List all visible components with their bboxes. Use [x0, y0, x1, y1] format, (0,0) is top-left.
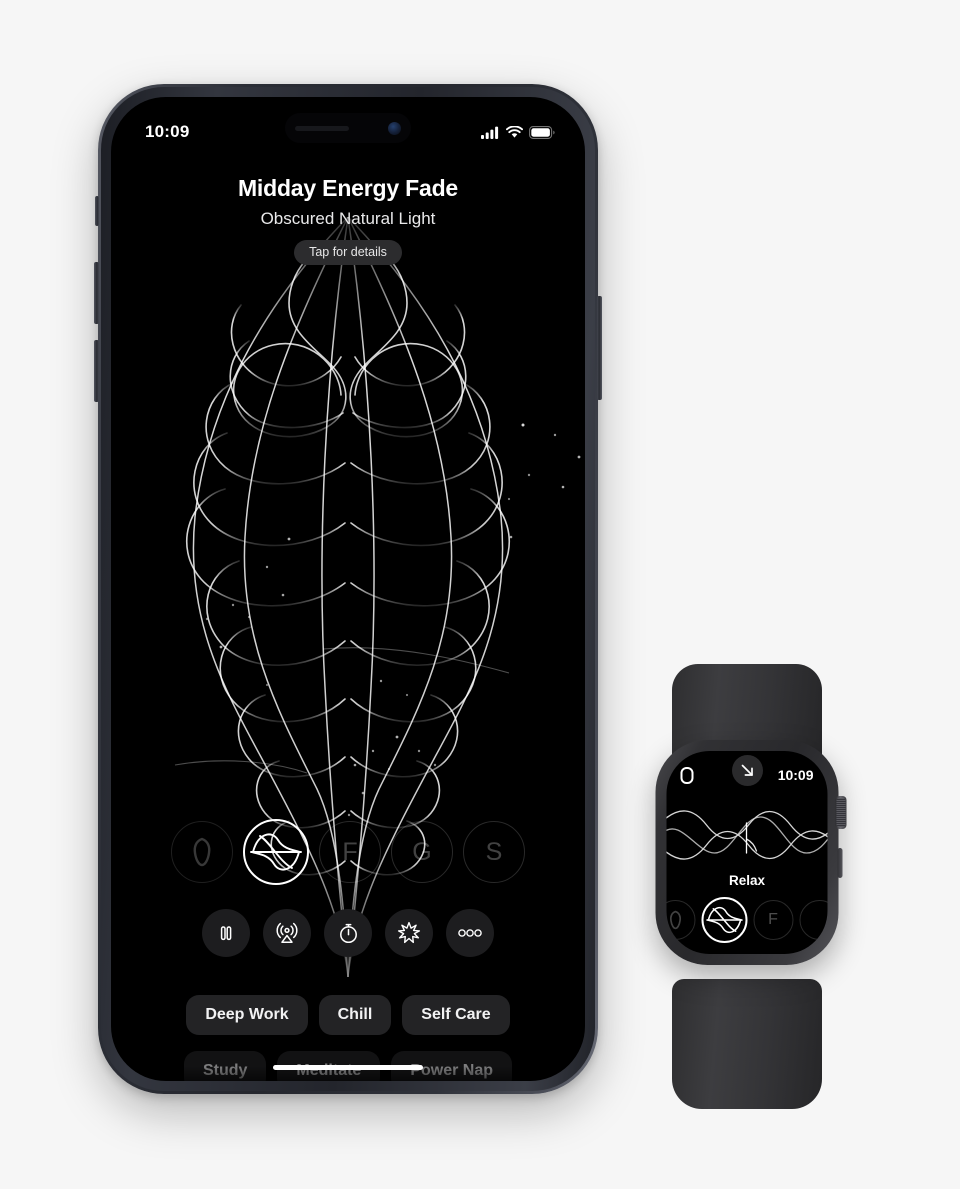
screenshot-scene: 10:09 Midday Energy Fade Obscured Natura…: [0, 0, 960, 1189]
pause-icon: [220, 926, 232, 941]
scene-circle-s[interactable]: S: [463, 821, 525, 883]
chip-study[interactable]: Study: [183, 1051, 267, 1081]
chip-deep-work[interactable]: Deep Work: [186, 995, 308, 1035]
watch-audio-visualization: [666, 810, 828, 860]
watch-scene-previous[interactable]: [666, 900, 695, 940]
scene-selector-row: F G S: [111, 819, 585, 885]
playback-controls-row: [111, 909, 585, 957]
preset-chips-row-1: Deep Work Chill Self Care: [111, 995, 585, 1035]
watch-side-button[interactable]: [837, 848, 843, 878]
watch-scene-active[interactable]: [701, 897, 747, 943]
airplay-icon: [276, 922, 298, 943]
apple-watch-device: 10:09 Relax F: [622, 650, 872, 1115]
power-button[interactable]: [597, 296, 602, 400]
scene-circle-active[interactable]: [243, 819, 309, 885]
scene-circle-g[interactable]: G: [391, 821, 453, 883]
wave-emblem-icon: [705, 906, 743, 934]
chip-self-care[interactable]: Self Care: [402, 995, 510, 1035]
tap-for-details-button[interactable]: Tap for details: [294, 240, 402, 265]
airplay-button[interactable]: [263, 909, 311, 957]
scene-circle-f[interactable]: F: [319, 821, 381, 883]
timer-button[interactable]: [324, 909, 372, 957]
earpiece-speaker: [295, 125, 349, 131]
watch-case: 10:09 Relax F: [655, 740, 847, 965]
sparkle-burst-icon: [397, 921, 421, 944]
iphone-device: 10:09 Midday Energy Fade Obscured Natura…: [94, 84, 602, 1094]
signal-bars-icon: [481, 126, 499, 139]
silent-switch[interactable]: [95, 196, 99, 226]
more-horizontal-icon: [458, 929, 482, 937]
page-subtitle: Obscured Natural Light: [260, 209, 436, 228]
home-indicator[interactable]: [273, 1065, 423, 1070]
watch-scene-label: Relax: [728, 873, 766, 888]
watch-time: 10:09: [777, 767, 814, 783]
chip-chill[interactable]: Chill: [318, 995, 392, 1035]
leaf-icon: [193, 837, 211, 867]
more-button[interactable]: [446, 909, 494, 957]
page-title: Midday Energy Fade: [237, 175, 459, 201]
watch-screen: 10:09 Relax F: [666, 751, 828, 954]
battery-full-icon: [529, 125, 555, 139]
effects-button[interactable]: [385, 909, 433, 957]
leaf-icon: [669, 910, 681, 930]
status-time: 10:09: [145, 122, 190, 141]
stopwatch-icon: [339, 923, 357, 943]
dynamic-island: [285, 113, 411, 143]
status-icons-group: [481, 125, 555, 139]
watch-scene-next[interactable]: [799, 900, 828, 940]
wifi-icon: [506, 125, 523, 138]
pause-button[interactable]: [202, 909, 250, 957]
scene-circle-previous[interactable]: [171, 821, 233, 883]
watch-scene-f[interactable]: F: [753, 900, 793, 940]
front-camera-icon: [388, 121, 401, 135]
watch-band-bottom: [672, 979, 822, 1109]
watch-scene-selector-row: F: [666, 897, 828, 943]
volume-up-button[interactable]: [94, 262, 99, 324]
volume-down-button[interactable]: [94, 340, 99, 402]
watch-app-icon: [680, 766, 694, 784]
wave-emblem-icon: [250, 833, 302, 871]
digital-crown[interactable]: [835, 796, 847, 829]
watch-status-bar: 10:09: [667, 763, 828, 787]
iphone-screen: 10:09 Midday Energy Fade Obscured Natura…: [111, 97, 585, 1081]
